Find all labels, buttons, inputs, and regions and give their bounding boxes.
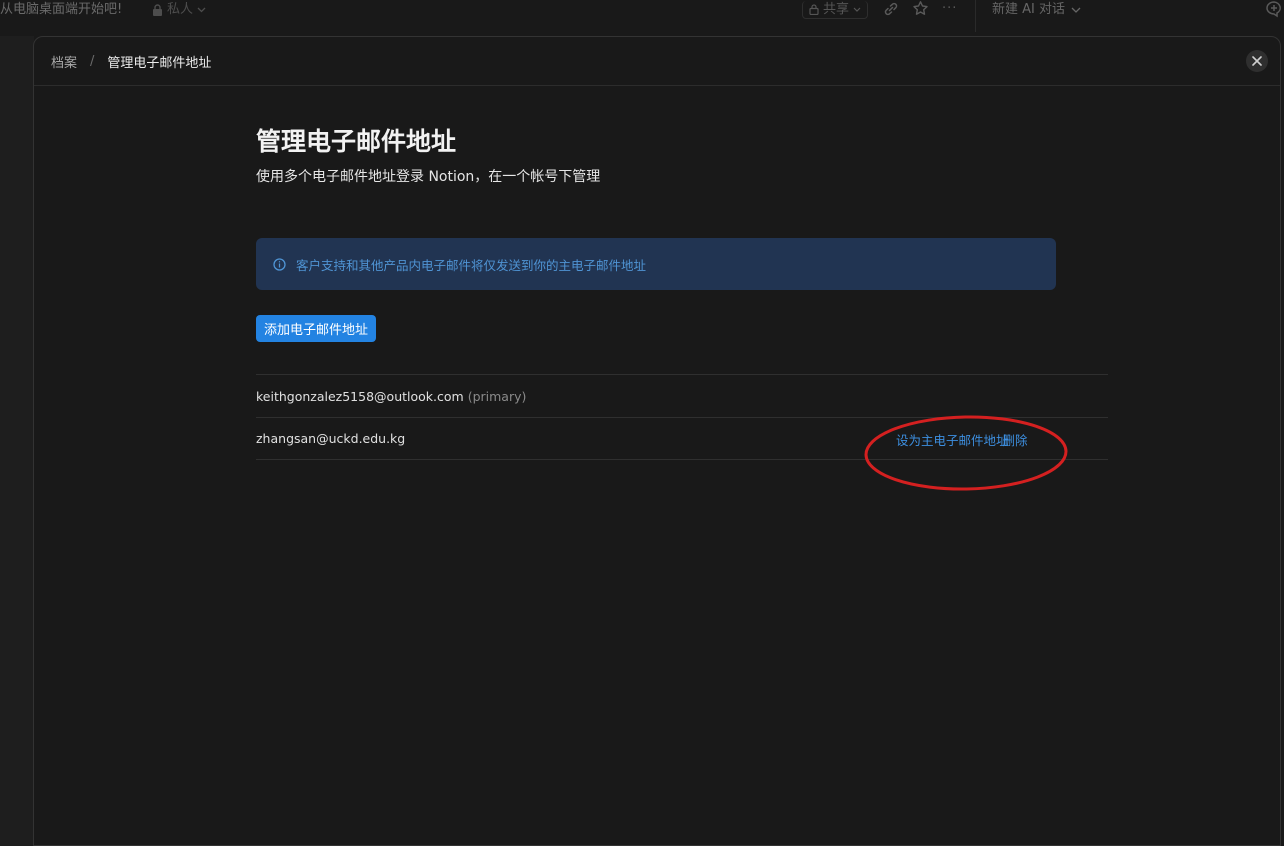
set-primary-button[interactable]: 设为主电子邮件地址 xyxy=(896,430,1009,449)
info-text: 客户支持和其他产品内电子邮件将仅发送到你的主电子邮件地址 xyxy=(296,257,647,273)
settings-modal: 档案 / 管理电子邮件地址 管理电子邮件地址 使用多个电子邮件地址登录 Noti… xyxy=(33,36,1281,846)
add-email-button[interactable]: 添加电子邮件地址 xyxy=(256,315,377,342)
lock-icon xyxy=(809,4,819,15)
star-icon[interactable] xyxy=(912,0,929,23)
share-button[interactable]: 共享 xyxy=(802,1,869,19)
breadcrumb: 档案 / 管理电子邮件地址 xyxy=(51,52,211,71)
lock-icon xyxy=(153,4,162,16)
new-ai-chat-button[interactable]: 新建 AI 对话 xyxy=(992,1,1081,19)
page-title[interactable]: 从电脑桌面端开始吧! xyxy=(0,1,122,19)
email-list: keithgonzalez5158@outlook.com (primary) … xyxy=(256,374,1108,460)
topbar-divider xyxy=(975,0,976,32)
chevron-down-icon xyxy=(1071,7,1081,13)
email-address: zhangsan@uckd.edu.kg xyxy=(256,431,406,446)
link-icon[interactable] xyxy=(882,0,900,24)
chevron-down-icon xyxy=(853,7,861,12)
chevron-down-icon xyxy=(197,7,206,13)
new-ai-chat-label: 新建 AI 对话 xyxy=(992,2,1065,17)
close-button[interactable] xyxy=(1246,50,1268,72)
remove-email-button[interactable]: 删除 xyxy=(1003,430,1028,449)
modal-header: 档案 / 管理电子邮件地址 xyxy=(34,37,1280,86)
chat-add-icon[interactable] xyxy=(1264,0,1284,24)
breadcrumb-separator: / xyxy=(90,54,95,69)
breadcrumb-profile[interactable]: 档案 xyxy=(51,52,77,71)
privacy-menu[interactable]: 私人 xyxy=(152,1,206,19)
sidebar-backdrop xyxy=(0,36,34,846)
share-label: 共享 xyxy=(823,1,850,17)
row-actions: 设为主电子邮件地址 删除 xyxy=(896,418,1028,461)
close-icon xyxy=(1252,56,1262,66)
email-row-secondary: zhangsan@uckd.edu.kg 设为主电子邮件地址 删除 xyxy=(256,417,1108,460)
email-row-primary: keithgonzalez5158@outlook.com (primary) xyxy=(256,374,1108,417)
primary-tag: (primary) xyxy=(467,388,527,404)
more-icon[interactable]: ··· xyxy=(942,0,957,18)
privacy-label: 私人 xyxy=(167,2,194,17)
info-callout: 客户支持和其他产品内电子邮件将仅发送到你的主电子邮件地址 xyxy=(256,238,1056,290)
page-subtitle: 使用多个电子邮件地址登录 Notion，在一个帐号下管理 xyxy=(256,169,601,185)
app-topbar: 从电脑桌面端开始吧! 私人 共享 ··· 新建 AI 对话 xyxy=(0,0,1284,36)
page-heading: 管理电子邮件地址 xyxy=(256,127,457,156)
info-icon xyxy=(273,257,286,271)
email-address: keithgonzalez5158@outlook.com xyxy=(256,388,464,404)
breadcrumb-current: 管理电子邮件地址 xyxy=(107,56,212,71)
